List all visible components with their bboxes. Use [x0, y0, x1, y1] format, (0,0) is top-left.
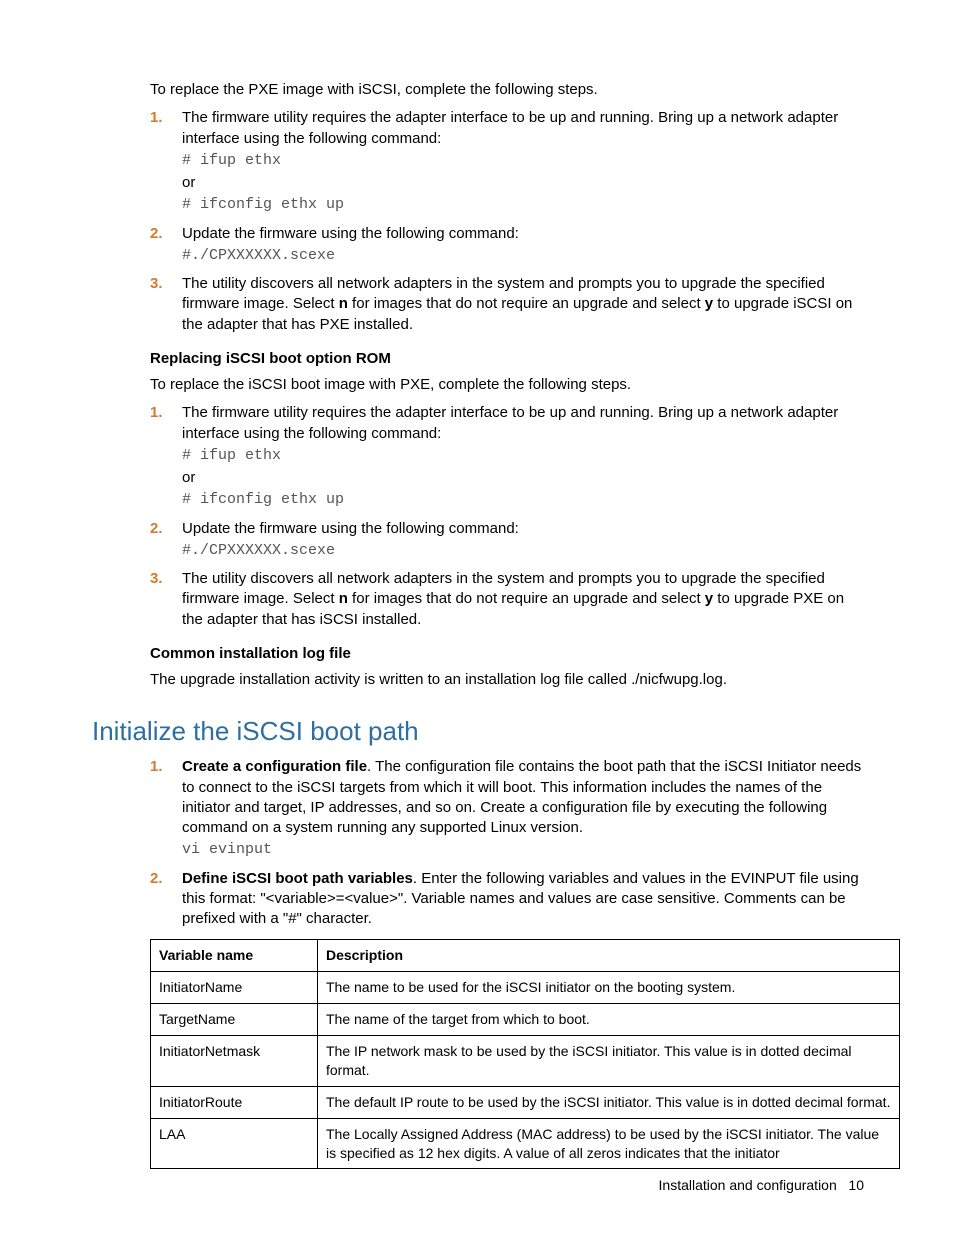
code-line: #./CPXXXXXX.scexe — [182, 541, 864, 561]
intro-text-3: The upgrade installation activity is wri… — [150, 670, 864, 690]
code-line: # ifup ethx — [182, 446, 864, 466]
bold-y: y — [705, 590, 713, 607]
table-row: InitiatorRoute The default IP route to b… — [151, 1086, 900, 1118]
table-row: InitiatorName The name to be used for th… — [151, 972, 900, 1004]
steps-list-b: 1. The firmware utility requires the ada… — [92, 403, 864, 630]
step-text: The firmware utility requires the adapte… — [182, 404, 838, 441]
sub-heading-logfile: Common installation log file — [150, 644, 864, 664]
step-number: 2. — [150, 869, 182, 930]
step-item: 2. Define iSCSI boot path variables. Ent… — [92, 869, 864, 930]
var-desc: The name to be used for the iSCSI initia… — [318, 972, 900, 1004]
step-item: 2. Update the firmware using the followi… — [92, 224, 864, 269]
code-line: # ifconfig ethx up — [182, 490, 864, 510]
or-text: or — [182, 174, 195, 191]
bold-y: y — [705, 295, 713, 312]
table-header-desc: Description — [318, 940, 900, 972]
table-row: LAA The Locally Assigned Address (MAC ad… — [151, 1118, 900, 1169]
or-text: or — [182, 469, 195, 486]
steps-list-c: 1. Create a configuration file. The conf… — [92, 757, 864, 929]
bold-n: n — [339, 295, 348, 312]
step-number: 2. — [150, 519, 182, 564]
step-text: Update the firmware using the following … — [182, 520, 519, 537]
step-text: The firmware utility requires the adapte… — [182, 109, 838, 146]
var-name: InitiatorRoute — [151, 1086, 318, 1118]
var-desc: The default IP route to be used by the i… — [318, 1086, 900, 1118]
var-name: LAA — [151, 1118, 318, 1169]
var-name: InitiatorName — [151, 972, 318, 1004]
intro-text-2: To replace the iSCSI boot image with PXE… — [150, 375, 864, 395]
intro-text-1: To replace the PXE image with iSCSI, com… — [150, 80, 864, 100]
step-number: 1. — [150, 403, 182, 512]
footer-page: 10 — [848, 1177, 864, 1193]
sub-heading-replacing: Replacing iSCSI boot option ROM — [150, 349, 864, 369]
var-desc: The Locally Assigned Address (MAC addres… — [318, 1118, 900, 1169]
code-line: #./CPXXXXXX.scexe — [182, 246, 864, 266]
step-body: The firmware utility requires the adapte… — [182, 403, 864, 512]
step-number: 1. — [150, 108, 182, 217]
step-text-mid: for images that do not require an upgrad… — [348, 295, 705, 312]
code-line: vi evinput — [182, 840, 864, 860]
step-body: Update the firmware using the following … — [182, 519, 864, 564]
step-body: Define iSCSI boot path variables. Enter … — [182, 869, 864, 930]
table-header-name: Variable name — [151, 940, 318, 972]
step-bold-lead: Create a configuration file — [182, 758, 367, 775]
step-body: The utility discovers all network adapte… — [182, 569, 864, 630]
var-desc: The name of the target from which to boo… — [318, 1004, 900, 1036]
section-heading-initialize: Initialize the iSCSI boot path — [92, 714, 864, 749]
step-number: 3. — [150, 569, 182, 630]
step-text: Update the firmware using the following … — [182, 225, 519, 242]
footer-label: Installation and configuration — [659, 1177, 837, 1193]
table-row: InitiatorNetmask The IP network mask to … — [151, 1036, 900, 1087]
step-item: 2. Update the firmware using the followi… — [92, 519, 864, 564]
bold-n: n — [339, 590, 348, 607]
variables-table: Variable name Description InitiatorName … — [150, 939, 900, 1169]
table-row: TargetName The name of the target from w… — [151, 1004, 900, 1036]
step-item: 3. The utility discovers all network ada… — [92, 569, 864, 630]
step-number: 3. — [150, 274, 182, 335]
code-line: # ifup ethx — [182, 151, 864, 171]
step-item: 1. The firmware utility requires the ada… — [92, 403, 864, 512]
step-body: Update the firmware using the following … — [182, 224, 864, 269]
page-footer: Installation and configuration 10 — [659, 1176, 864, 1195]
step-number: 1. — [150, 757, 182, 862]
step-body: The utility discovers all network adapte… — [182, 274, 864, 335]
step-body: Create a configuration file. The configu… — [182, 757, 864, 862]
var-desc: The IP network mask to be used by the iS… — [318, 1036, 900, 1087]
step-item: 1. Create a configuration file. The conf… — [92, 757, 864, 862]
step-number: 2. — [150, 224, 182, 269]
step-item: 1. The firmware utility requires the ada… — [92, 108, 864, 217]
step-item: 3. The utility discovers all network ada… — [92, 274, 864, 335]
step-bold-lead: Define iSCSI boot path variables — [182, 870, 413, 887]
step-body: The firmware utility requires the adapte… — [182, 108, 864, 217]
steps-list-a: 1. The firmware utility requires the ada… — [92, 108, 864, 335]
var-name: InitiatorNetmask — [151, 1036, 318, 1087]
step-text-mid: for images that do not require an upgrad… — [348, 590, 705, 607]
code-line: # ifconfig ethx up — [182, 195, 864, 215]
var-name: TargetName — [151, 1004, 318, 1036]
